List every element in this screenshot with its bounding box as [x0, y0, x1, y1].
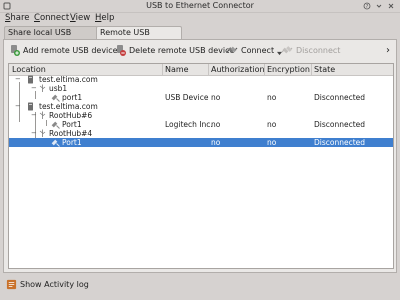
row-authorization: no — [211, 93, 221, 102]
column-location[interactable]: Location — [12, 65, 46, 74]
row-encryption: no — [267, 93, 277, 102]
disconnect-button[interactable]: Disconnect — [281, 43, 340, 57]
usb-plug-icon — [51, 139, 60, 147]
row-location: test.eltima.com — [39, 102, 98, 111]
row-authorization: no — [211, 138, 221, 147]
tree-row-port[interactable]: port1 USB Device no no Disconnected — [9, 93, 393, 102]
row-location: port1 — [62, 93, 83, 102]
tree-row-port[interactable]: Port1 Logitech Inc. no no Disconnected — [9, 120, 393, 129]
delete-usb-icon — [117, 45, 126, 56]
row-encryption: no — [267, 138, 277, 147]
show-activity-log-button[interactable]: Show Activity log — [6, 279, 89, 290]
window-title: USB to Ethernet Connector — [146, 1, 254, 10]
menu-view[interactable]: View — [70, 13, 90, 23]
toolbar: Add remote USB device Delete remote USB … — [4, 40, 396, 60]
plug-connect-icon — [226, 46, 238, 53]
add-remote-device-label: Add remote USB device — [23, 45, 118, 55]
tree-row-port-selected[interactable]: Port1 no no Disconnected — [9, 138, 393, 147]
tab-remote-usb[interactable]: Remote USB devices — [96, 26, 182, 49]
show-activity-log-label: Show Activity log — [20, 280, 89, 289]
tree-row-host[interactable]: − test.eltima.com — [9, 75, 393, 84]
remote-devices-panel: Add remote USB device Delete remote USB … — [3, 39, 397, 273]
close-icon[interactable] — [387, 2, 395, 10]
disconnect-label: Disconnect — [296, 45, 341, 55]
add-remote-device-button[interactable]: Add remote USB device — [8, 43, 118, 57]
usb-plug-icon — [51, 121, 60, 129]
menu-help[interactable]: Help — [95, 13, 114, 23]
svg-text:?: ? — [366, 4, 369, 10]
row-state: Disconnected — [314, 120, 366, 129]
column-name[interactable]: Name — [165, 65, 189, 74]
delete-remote-device-label: Delete remote USB device — [129, 45, 235, 55]
row-state: Disconnected — [314, 138, 366, 147]
tree-row-hub[interactable]: − usb1 — [9, 84, 393, 93]
collapse-toggle[interactable]: − — [31, 112, 38, 119]
row-name: Logitech Inc. — [165, 120, 213, 129]
collapse-toggle[interactable]: − — [31, 85, 38, 92]
column-encryption[interactable]: Encryption — [267, 65, 310, 74]
tree-row-hub[interactable]: − RootHub#6 — [9, 111, 393, 120]
add-usb-icon — [11, 45, 20, 56]
menu-bar: Share Connect View Help — [0, 12, 400, 25]
tree-row-hub[interactable]: − RootHub#4 — [9, 129, 393, 138]
usb-hub-icon — [39, 129, 46, 137]
server-icon — [28, 102, 33, 111]
usb-hub-icon — [39, 111, 46, 119]
collapse-toggle[interactable]: − — [31, 130, 38, 137]
help-icon[interactable]: ? — [363, 2, 371, 10]
row-name: USB Device — [165, 93, 209, 102]
server-icon — [28, 75, 33, 84]
device-tree[interactable]: Location Name Authorization Encryption S… — [8, 63, 394, 269]
tree-row-host[interactable]: − test.eltima.com — [9, 102, 393, 111]
row-location: Port1 — [62, 138, 82, 147]
connect-label: Connect — [241, 45, 275, 55]
activity-log-icon — [6, 279, 17, 290]
toolbar-overflow-button[interactable]: › — [386, 43, 390, 57]
row-location: usb1 — [49, 84, 68, 93]
column-authorization[interactable]: Authorization — [211, 65, 265, 74]
usb-plug-icon — [51, 94, 60, 102]
tab-share-local[interactable]: Share local USB devices — [4, 26, 98, 49]
connect-button[interactable]: Connect — [226, 43, 283, 57]
usb-hub-icon — [39, 84, 46, 92]
collapse-toggle[interactable]: − — [15, 103, 22, 110]
delete-remote-device-button[interactable]: Delete remote USB device — [114, 43, 234, 57]
row-authorization: no — [211, 120, 221, 129]
column-state[interactable]: State — [314, 65, 335, 74]
row-state: Disconnected — [314, 93, 366, 102]
status-bar: Show Activity log — [0, 276, 400, 300]
row-location: RootHub#4 — [49, 129, 93, 138]
plug-disconnect-icon — [281, 46, 293, 54]
menu-connect[interactable]: Connect — [34, 13, 69, 23]
row-location: test.eltima.com — [39, 75, 98, 84]
menu-share[interactable]: Share — [5, 13, 30, 23]
row-encryption: no — [267, 120, 277, 129]
row-location: RootHub#6 — [49, 111, 93, 120]
row-location: Port1 — [62, 120, 82, 129]
collapse-toggle[interactable]: − — [15, 76, 22, 83]
minimize-icon[interactable] — [375, 2, 383, 10]
